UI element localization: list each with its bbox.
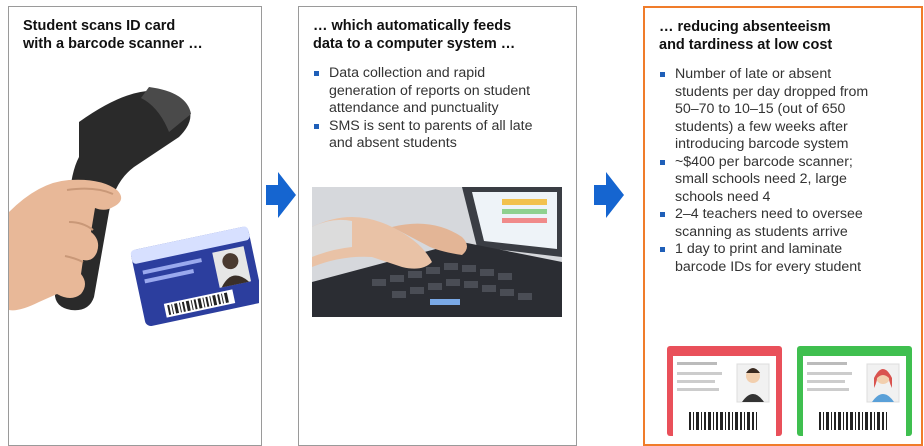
title-line: and tardiness at low cost bbox=[659, 37, 833, 53]
bullet-item: Number of late or absent students per da… bbox=[659, 66, 915, 154]
bullet-line: small schools need 2, large bbox=[675, 171, 847, 187]
right-arrow-icon bbox=[594, 172, 624, 218]
bullet-line: 2–4 teachers need to oversee bbox=[675, 206, 863, 222]
bullet-line: students per day dropped from bbox=[675, 83, 869, 100]
bullet-line: schools need 4 bbox=[675, 188, 771, 205]
panel-results: … reducing absenteeism and tardiness at … bbox=[643, 6, 923, 446]
bullet-line: and absent students bbox=[329, 135, 457, 151]
laptop-typing-image bbox=[312, 187, 562, 317]
bullet-line: barcode IDs for every student bbox=[675, 258, 862, 275]
panel-title: … which automatically feeds data to a co… bbox=[313, 17, 568, 53]
bullet-line: 50–70 to 10–15 (out of 650 bbox=[675, 101, 846, 117]
right-arrow-icon bbox=[266, 172, 296, 218]
bullet-line: generation of reports on student bbox=[329, 82, 531, 99]
bullet-item: 1 day to print and laminate barcode IDs … bbox=[659, 241, 915, 276]
bullet-line: Number of late or absent bbox=[675, 66, 832, 82]
title-line: data to a computer system … bbox=[313, 36, 516, 52]
bullet-line: SMS is sent to parents of all late bbox=[329, 117, 533, 134]
panel-scan-id: Student scans ID card with a barcode sca… bbox=[8, 6, 262, 446]
bullet-line: Data collection and rapid bbox=[329, 65, 486, 81]
title-line: with a barcode scanner … bbox=[23, 36, 203, 52]
barcode-scanner-image bbox=[9, 87, 259, 326]
title-line: … reducing absenteeism bbox=[659, 19, 831, 35]
bullet-line: ~$400 per barcode scanner; bbox=[675, 153, 853, 170]
bullet-line: 1 day to print and laminate bbox=[675, 241, 843, 257]
title-line: … which automatically feeds bbox=[313, 18, 512, 34]
bullet-line: students) a few weeks after bbox=[675, 118, 848, 135]
panel-title: Student scans ID card with a barcode sca… bbox=[23, 17, 253, 53]
title-line: Student scans ID card bbox=[23, 18, 176, 34]
panel-data-system: … which automatically feeds data to a co… bbox=[298, 6, 577, 446]
bullet-line: introducing barcode system bbox=[675, 136, 849, 152]
bullet-item: 2–4 teachers need to oversee scanning as… bbox=[659, 206, 915, 241]
id-cards-image bbox=[667, 346, 912, 436]
bullet-item: ~$400 per barcode scanner; small schools… bbox=[659, 154, 915, 207]
bullet-line: attendance and punctuality bbox=[329, 100, 499, 116]
panel-title: … reducing absenteeism and tardiness at … bbox=[659, 18, 913, 54]
bullet-list: Number of late or absent students per da… bbox=[659, 66, 915, 276]
bullet-list: Data collection and rapid generation of … bbox=[313, 65, 570, 153]
bullet-item: Data collection and rapid generation of … bbox=[313, 65, 570, 118]
bullet-line: scanning as students arrive bbox=[675, 223, 848, 240]
bullet-item: SMS is sent to parents of all late and a… bbox=[313, 118, 570, 153]
